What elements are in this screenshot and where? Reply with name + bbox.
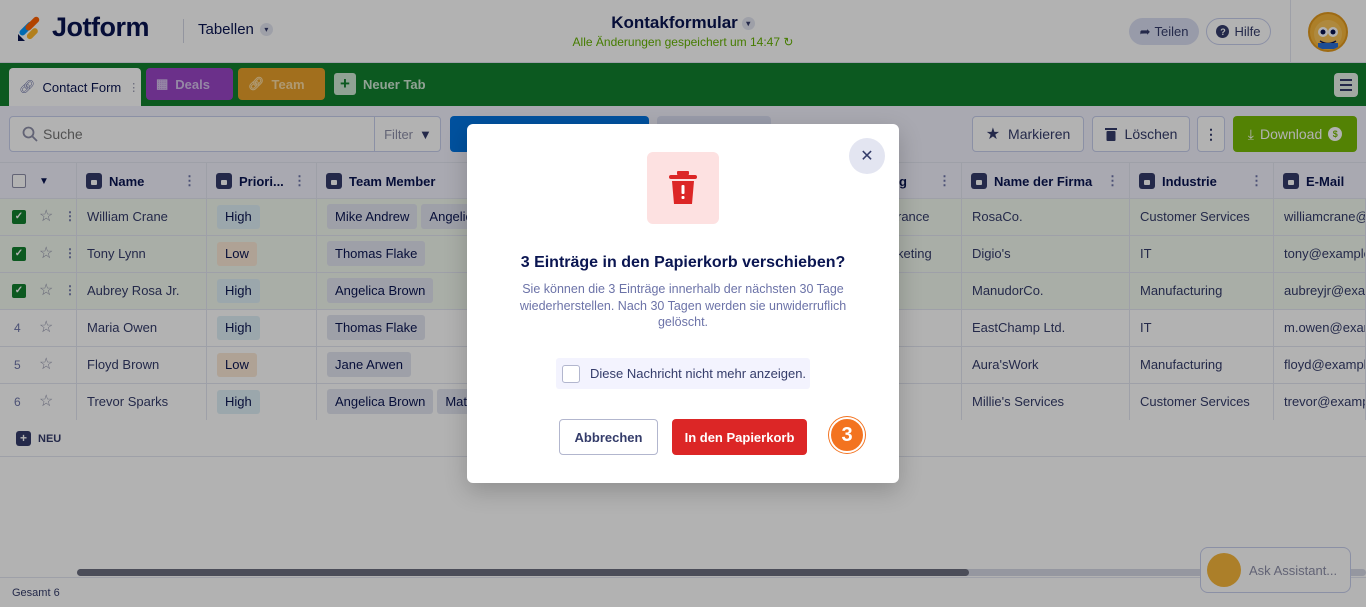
step-number-badge: 3 [829,417,865,453]
dont-show-again-checkbox[interactable]: Diese Nachricht nicht mehr anzeigen. [556,358,810,389]
dialog-description: Sie können die 3 Einträge innerhalb der … [519,282,847,329]
close-button[interactable]: ✕ [849,138,885,174]
move-to-trash-dialog: ✕ 3 Einträge in den Papierkorb verschieb… [467,124,899,483]
move-to-trash-button[interactable]: In den Papierkorb [672,419,807,455]
cancel-button[interactable]: Abbrechen [559,419,658,455]
dialog-title: 3 Einträge in den Papierkorb verschieben… [520,254,846,271]
trash-icon [669,171,697,204]
trash-illustration [647,152,719,224]
dont-show-again-label: Diese Nachricht nicht mehr anzeigen. [590,366,807,381]
close-icon: ✕ [860,148,874,165]
checkbox-box[interactable] [562,364,580,383]
